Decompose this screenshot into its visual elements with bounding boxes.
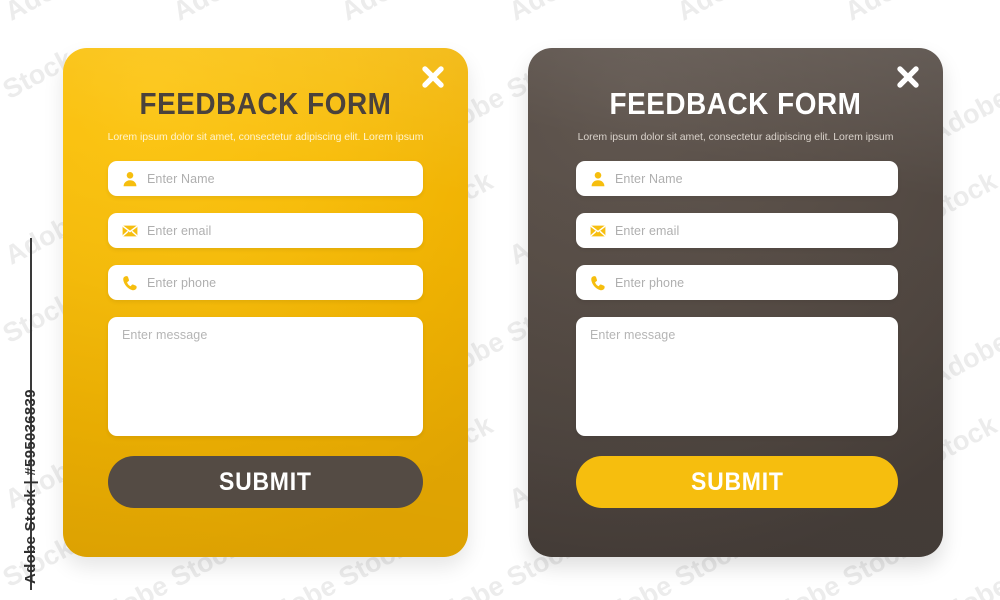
message-textarea[interactable]: Enter message — [576, 317, 898, 436]
message-textarea-placeholder: Enter message — [122, 328, 208, 342]
message-textarea-placeholder: Enter message — [590, 328, 676, 342]
page-title: FEEDBACK FORM — [609, 86, 862, 121]
name-field-placeholder: Enter Name — [615, 171, 683, 186]
close-icon[interactable] — [418, 62, 448, 92]
page-subtitle: Lorem ipsum dolor sit amet, consectetur … — [577, 131, 894, 143]
mail-icon — [590, 225, 606, 236]
phone-field[interactable]: Enter phone — [576, 265, 898, 300]
page-title: FEEDBACK FORM — [139, 86, 392, 121]
user-icon — [591, 171, 605, 186]
close-icon[interactable] — [893, 62, 923, 92]
name-field-placeholder: Enter Name — [147, 171, 215, 186]
submit-area: SUBMIT — [63, 436, 468, 508]
watermark-text: Adobe Stock — [504, 0, 666, 27]
message-textarea[interactable]: Enter message — [108, 317, 423, 436]
phone-field[interactable]: Enter phone — [108, 265, 423, 300]
form-fields: Enter Name Enter email Enter phone Enter… — [528, 143, 943, 436]
page-subtitle: Lorem ipsum dolor sit amet, consectetur … — [107, 131, 424, 143]
email-field-placeholder: Enter email — [147, 223, 212, 238]
submit-area: SUBMIT — [528, 436, 943, 508]
watermark-text: Adobe Stock — [168, 0, 330, 27]
feedback-form-card-yellow: FEEDBACK FORM Lorem ipsum dolor sit amet… — [63, 48, 468, 557]
submit-button[interactable]: SUBMIT — [576, 456, 898, 508]
watermark-text: Adobe Stock — [336, 0, 498, 27]
phone-field-placeholder: Enter phone — [147, 275, 217, 290]
submit-button-label: SUBMIT — [690, 467, 784, 496]
feedback-form-card-dark: FEEDBACK FORM Lorem ipsum dolor sit amet… — [528, 48, 943, 557]
submit-button-label: SUBMIT — [219, 467, 312, 496]
mail-icon — [122, 225, 138, 236]
phone-icon — [123, 275, 137, 290]
form-fields: Enter Name Enter email Enter phone Enter… — [63, 143, 468, 436]
stock-id-watermark: Adobe Stock | #595036839 — [22, 389, 39, 584]
email-field[interactable]: Enter email — [576, 213, 898, 248]
submit-button[interactable]: SUBMIT — [108, 456, 423, 508]
user-icon — [123, 171, 137, 186]
phone-icon — [591, 275, 605, 290]
watermark-text: Adobe Stock — [0, 0, 162, 27]
phone-field-placeholder: Enter phone — [615, 275, 685, 290]
watermark-text: Adobe Stock — [672, 0, 834, 27]
email-field[interactable]: Enter email — [108, 213, 423, 248]
name-field[interactable]: Enter Name — [108, 161, 423, 196]
watermark-text: Adobe Stock — [840, 0, 1000, 27]
name-field[interactable]: Enter Name — [576, 161, 898, 196]
email-field-placeholder: Enter email — [615, 223, 680, 238]
